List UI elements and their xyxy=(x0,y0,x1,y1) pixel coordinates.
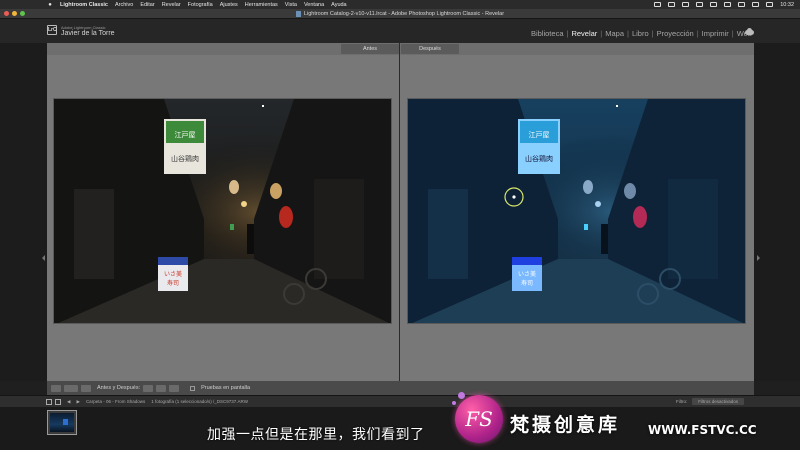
copy-after-to-before-button[interactable] xyxy=(156,384,167,392)
video-subtitle: 加强一点但是在那里，我们看到了 xyxy=(207,427,425,443)
module-libro[interactable]: Libro xyxy=(629,29,652,38)
menu-ajustes[interactable]: Ajustes xyxy=(220,2,238,8)
copy-before-to-after-button[interactable] xyxy=(143,384,154,392)
volume-icon[interactable] xyxy=(696,2,704,7)
after-top-sign-line1: 江戸屋 xyxy=(529,131,550,139)
right-panel-edge xyxy=(754,43,800,381)
compare-view: Antes Después 江戸屋 山谷鶏肉 いさ美 寿司 江戸屋 山谷鶏肉 い… xyxy=(47,43,754,381)
module-proyeccion[interactable]: Proyección xyxy=(654,29,697,38)
filter-label: Filtro: xyxy=(675,399,688,404)
menu-editar[interactable]: Editar xyxy=(140,2,154,8)
menu-archivo[interactable]: Archivo xyxy=(115,2,133,8)
menubar-clock[interactable]: 10:32 xyxy=(780,2,794,8)
watermark-url: WWW.FSTVC.CC xyxy=(648,423,757,437)
after-photo-image: 江戸屋 山谷鶏肉 いさ美 寿司 xyxy=(408,99,745,323)
left-panel-edge xyxy=(0,43,47,381)
compare-label-bar: Antes Después xyxy=(47,43,754,55)
module-mapa[interactable]: Mapa xyxy=(602,29,627,38)
menu-app-name[interactable]: Lightroom Classic xyxy=(60,2,108,8)
secondary-display-icon[interactable] xyxy=(46,398,52,405)
after-label: Después xyxy=(401,44,459,54)
before-bottom-sign-line2: 寿司 xyxy=(167,279,179,287)
before-label: Antes xyxy=(341,44,399,54)
module-biblioteca[interactable]: Biblioteca xyxy=(528,29,567,38)
menu-ventana[interactable]: Ventana xyxy=(304,2,324,8)
module-imprimir[interactable]: Imprimir xyxy=(699,29,732,38)
menu-vista[interactable]: Vista xyxy=(285,2,297,8)
after-top-sign-line2: 山谷鶏肉 xyxy=(525,154,553,163)
filmstrip-source[interactable]: Carpeta - 06 - From Shadows xyxy=(86,399,145,404)
screen-record-icon[interactable] xyxy=(654,2,662,7)
compare-layout-button[interactable] xyxy=(64,384,78,392)
window-title: Lightroom Catalog-2-v10-v11.lrcat - Adob… xyxy=(303,10,505,17)
filmstrip-back-icon[interactable]: ◀ xyxy=(67,399,70,405)
identity-user-name: Javier de la Torre xyxy=(61,30,115,37)
menu-herramientas[interactable]: Herramientas xyxy=(245,2,278,8)
soft-proofing-checkbox[interactable] xyxy=(190,385,196,391)
expand-left-panel-icon[interactable] xyxy=(42,255,45,261)
catalog-file-icon xyxy=(295,10,301,17)
compare-mode-dropdown[interactable] xyxy=(81,384,91,392)
search-icon[interactable] xyxy=(752,2,760,7)
close-window-button[interactable] xyxy=(4,11,9,16)
menu-fotografia[interactable]: Fotografía xyxy=(188,2,213,8)
battery-icon[interactable] xyxy=(724,2,732,7)
minimize-window-button[interactable] xyxy=(12,11,17,16)
apple-icon[interactable]: ● xyxy=(46,2,54,8)
after-bottom-sign-line2: 寿司 xyxy=(521,279,533,287)
window-controls xyxy=(4,11,25,16)
control-center-icon[interactable] xyxy=(766,2,774,7)
before-bottom-sign-line1: いさ美 xyxy=(164,270,182,278)
before-top-sign-line2: 山谷鶏肉 xyxy=(171,154,199,163)
filmstrip-filter: Filtro: Filtros desactivados xyxy=(676,398,800,405)
wifi-icon[interactable] xyxy=(738,2,746,7)
lightroom-logo-icon: LrC xyxy=(47,25,57,35)
before-after-mode-label: Antes y Después: xyxy=(97,385,141,391)
before-photo-image: 江戸屋 山谷鶏肉 いさ美 寿司 xyxy=(54,99,391,323)
grid-view-icon[interactable] xyxy=(55,398,61,405)
filmstrip-forward-icon[interactable]: ▶ xyxy=(76,399,79,405)
menu-ayuda[interactable]: Ayuda xyxy=(331,2,347,8)
menu-revelar[interactable]: Revelar xyxy=(162,2,181,8)
cloud-sync-icon[interactable] xyxy=(668,2,676,7)
expand-right-panel-icon[interactable] xyxy=(757,255,760,261)
compare-divider xyxy=(399,43,400,381)
watermark-logo: FS xyxy=(455,395,503,443)
window-titlebar: Lightroom Catalog-2-v10-v11.lrcat - Adob… xyxy=(0,9,800,19)
bluetooth-icon[interactable] xyxy=(710,2,718,7)
filmstrip-bar: ◀ ▶ Carpeta - 06 - From Shadows 1 fotogr… xyxy=(0,395,800,407)
loupe-view-button[interactable] xyxy=(51,384,61,392)
filter-dropdown[interactable]: Filtros desactivados xyxy=(692,398,744,405)
creative-cloud-icon[interactable] xyxy=(745,28,754,35)
after-bottom-sign-line1: いさ美 xyxy=(518,270,536,278)
watermark-name: 梵摄创意库 xyxy=(510,414,621,436)
display-icon[interactable] xyxy=(682,2,690,7)
status-area: 10:32 xyxy=(654,2,800,8)
macos-menubar: ● Lightroom Classic Archivo Editar Revel… xyxy=(0,0,800,9)
before-photo[interactable]: 江戸屋 山谷鶏肉 いさ美 寿司 xyxy=(53,98,392,324)
zoom-window-button[interactable] xyxy=(20,11,25,16)
module-picker: Biblioteca | Revelar | Mapa | Libro | Proyec… xyxy=(528,29,755,38)
filmstrip-photo-count: 1 fotografía (1 seleccionado/s) /_DSC973… xyxy=(151,399,248,404)
before-top-sign-line1: 江戸屋 xyxy=(175,131,196,139)
swap-before-after-button[interactable] xyxy=(169,384,180,392)
module-revelar[interactable]: Revelar xyxy=(568,29,600,38)
identity-plate: LrC Adobe Lightroom Classic Javier de la… xyxy=(0,19,800,43)
soft-proofing-label: Pruebas en pantalla xyxy=(201,385,251,391)
after-photo[interactable]: 江戸屋 山谷鶏肉 いさ美 寿司 xyxy=(407,98,746,324)
filmstrip-thumbnail[interactable] xyxy=(47,410,77,435)
develop-toolbar: Antes y Después: Pruebas en pantalla xyxy=(47,381,754,395)
